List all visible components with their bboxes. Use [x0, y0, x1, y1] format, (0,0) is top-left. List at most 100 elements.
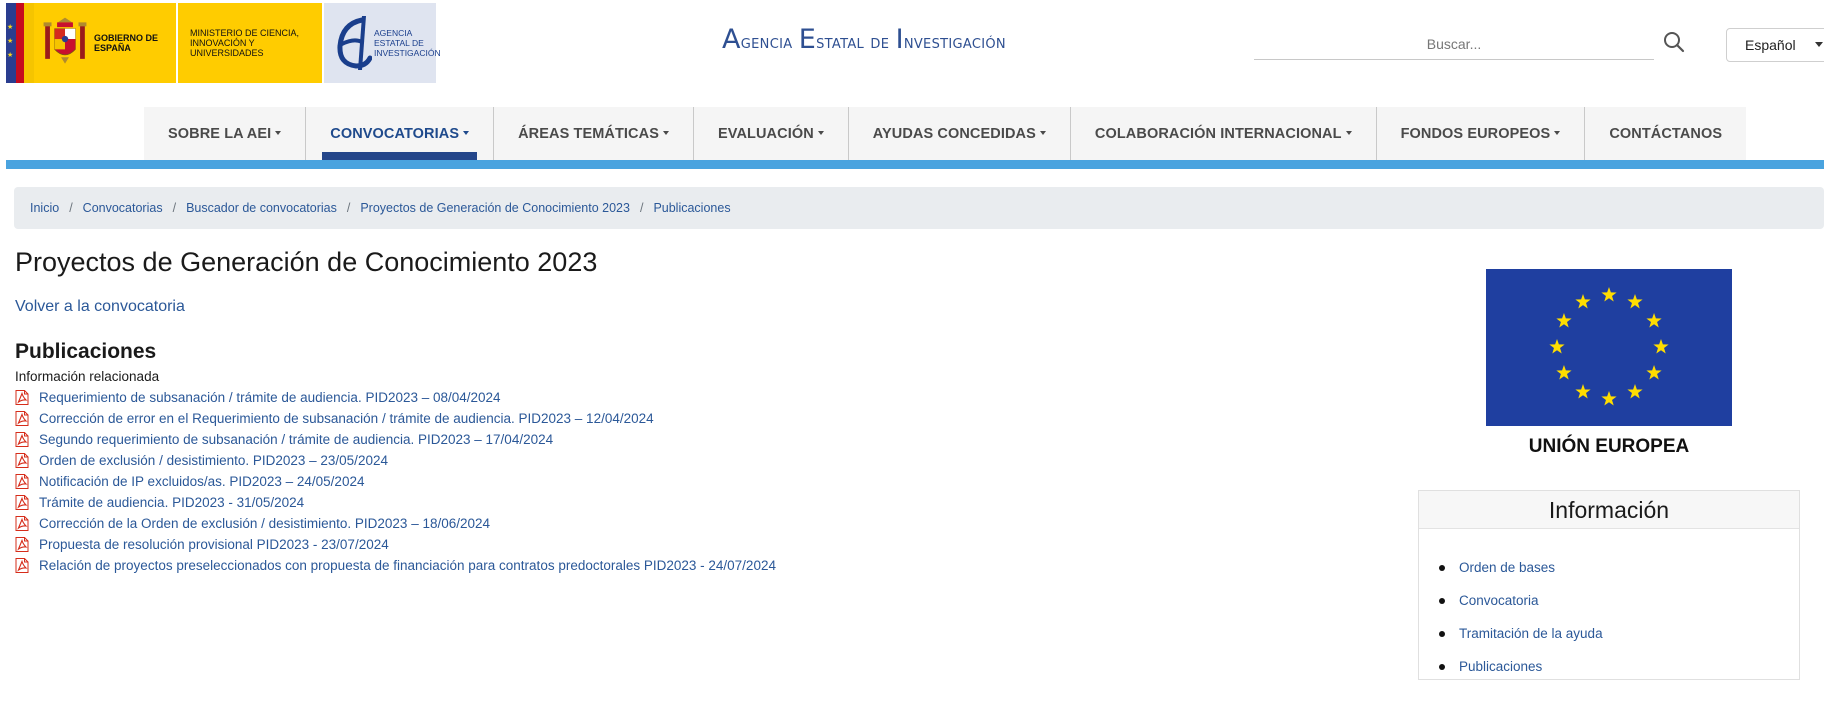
info-link-list: Orden de bases Convocatoria Tramitación de… [1419, 529, 1799, 683]
publication-list: Requerimiento de subsanación / trámite d… [15, 387, 776, 576]
nav-item-2[interactable]: Áreas temáticas [494, 107, 694, 160]
chevron-down-icon [1345, 130, 1352, 135]
related-info-label: Información relacionada [15, 369, 160, 384]
chevron-down-icon [1554, 130, 1561, 135]
publication-item: Relación de proyectos preseleccionados c… [15, 555, 776, 576]
breadcrumb-item-4[interactable]: Publicaciones [653, 201, 730, 215]
breadcrumb-item-1[interactable]: Convocatorias [83, 201, 163, 215]
language-select[interactable]: Español [1726, 28, 1824, 62]
publication-link[interactable]: Notificación de IP excluidos/as. PID2023… [39, 474, 364, 489]
bullet-icon [1439, 597, 1445, 604]
nav-item-3[interactable]: Evaluación [694, 107, 849, 160]
pdf-icon [15, 390, 29, 405]
nav-item-label: Ayudas concedidas [872, 125, 1036, 142]
aei-logo-text: Agencia Estatal de Investigación [374, 28, 441, 58]
ministerio-logo: Ministerio de Ciencia, Innovación y Univ… [176, 3, 322, 83]
gobierno-text: Gobierno de España [94, 33, 159, 53]
pdf-icon [15, 495, 29, 510]
site-title-word: statal [816, 31, 865, 53]
site-title-initial: A [722, 24, 741, 55]
spain-flag-stripe [6, 3, 34, 83]
nav-item-7[interactable]: Contáctanos [1585, 107, 1746, 160]
site-title-word: nvestigación [903, 31, 1006, 53]
breadcrumb-separator: / [172, 201, 177, 215]
coat-of-arms-icon [43, 17, 87, 64]
pdf-icon [15, 453, 29, 468]
site-title-initial: I [895, 24, 904, 55]
nav-item-label: Colaboración internacional [1094, 125, 1342, 142]
back-to-call-link[interactable]: Volver a la convocatoria [15, 298, 185, 316]
site-title-initial: E [798, 24, 817, 55]
pdf-icon [15, 411, 29, 426]
info-link-0[interactable]: Orden de bases [1459, 560, 1555, 575]
publication-link[interactable]: Segundo requerimiento de subsanación / t… [39, 432, 553, 447]
aei-logo: Agencia Estatal de Investigación [322, 3, 441, 83]
site-title-word: gencia [740, 31, 793, 53]
breadcrumb-separator: / [69, 201, 73, 215]
nav-item-label: Evaluación [717, 125, 814, 142]
publication-link[interactable]: Requerimiento de subsanación / trámite d… [39, 390, 501, 405]
publication-link[interactable]: Orden de exclusión / desistimiento. PID2… [39, 453, 388, 468]
aei-logo-icon [337, 16, 372, 70]
nav-item-label: Convocatorias [330, 125, 460, 142]
publication-link[interactable]: Relación de proyectos preseleccionados c… [39, 558, 776, 573]
nav-item-label: Fondos europeos [1400, 125, 1551, 142]
nav-item-4[interactable]: Ayudas concedidas [849, 107, 1071, 160]
nav-item-label: Sobre la AEI [168, 125, 272, 142]
pdf-icon [15, 516, 29, 531]
page-title: Proyectos de Generación de Conocimiento … [15, 247, 598, 277]
chevron-down-icon [1039, 130, 1046, 135]
publication-link[interactable]: Propuesta de resolución provisional PID2… [39, 537, 389, 552]
site-title[interactable]: Agencia Estatal de Investigación [722, 24, 1006, 55]
publication-link[interactable]: Corrección de error en el Requerimiento … [39, 411, 654, 426]
ministerio-text: Ministerio de Ciencia, Innovación y Univ… [190, 28, 300, 58]
info-panel-title: Información [1419, 491, 1799, 529]
site-header: Gobierno de España Ministerio de Ciencia… [0, 0, 1824, 96]
info-panel: Información Orden de bases Convocatoria Tr… [1418, 490, 1800, 680]
info-list-item: Orden de bases [1439, 551, 1799, 584]
nav-item-label: Contáctanos [1609, 125, 1723, 142]
chevron-down-icon [817, 130, 824, 135]
publication-item: Notificación de IP excluidos/as. PID2023… [15, 471, 776, 492]
chevron-down-icon[interactable] [1815, 42, 1823, 47]
publication-item: Orden de exclusión / desistimiento. PID2… [15, 450, 776, 471]
breadcrumb-item-2[interactable]: Buscador de convocatorias [186, 201, 337, 215]
nav-item-0[interactable]: Sobre la AEI [144, 107, 307, 160]
search-icon[interactable] [1663, 31, 1685, 53]
nav-item-1[interactable]: Convocatorias [306, 107, 495, 160]
search-input[interactable] [1254, 28, 1654, 60]
breadcrumb-separator: / [639, 201, 644, 215]
publication-item: Corrección de la Orden de exclusión / de… [15, 513, 776, 534]
breadcrumb-separator: / [346, 201, 351, 215]
breadcrumb: Inicio / Convocatorias / Buscador de convoca… [14, 187, 1824, 229]
info-list-item: Tramitación de la ayuda [1439, 617, 1799, 650]
main-navigation: Sobre la AEI Convocatorias Áreas temáticas… [144, 107, 1747, 160]
nav-item-6[interactable]: Fondos europeos [1377, 107, 1586, 160]
eu-label: UNIÓN EUROPEA [1528, 436, 1690, 457]
gobierno-logo: Gobierno de España [34, 3, 176, 83]
publication-item: Propuesta de resolución provisional PID2… [15, 534, 776, 555]
bullet-icon [1439, 663, 1445, 670]
nav-divider-bar [6, 160, 1824, 169]
section-title: Publicaciones [15, 340, 157, 363]
government-logo[interactable]: Gobierno de España Ministerio de Ciencia… [6, 3, 441, 83]
publication-item: Requerimiento de subsanación / trámite d… [15, 387, 776, 408]
info-link-3[interactable]: Publicaciones [1459, 659, 1542, 674]
pdf-icon [15, 537, 29, 552]
nav-item-5[interactable]: Colaboración internacional [1071, 107, 1377, 160]
eu-flag-icon [1486, 269, 1732, 426]
publication-item: Segundo requerimiento de subsanación / t… [15, 429, 776, 450]
breadcrumb-item-0[interactable]: Inicio [30, 201, 59, 215]
breadcrumb-item-3[interactable]: Proyectos de Generación de Conocimiento … [360, 201, 630, 215]
info-link-1[interactable]: Convocatoria [1459, 593, 1539, 608]
publication-link[interactable]: Corrección de la Orden de exclusión / de… [39, 516, 490, 531]
bullet-icon [1439, 630, 1445, 637]
nav-item-label: Áreas temáticas [518, 125, 659, 142]
chevron-down-icon [662, 130, 669, 135]
info-link-2[interactable]: Tramitación de la ayuda [1459, 626, 1603, 641]
publication-item: Corrección de error en el Requerimiento … [15, 408, 776, 429]
chevron-down-icon [275, 130, 282, 135]
site-title-word: de [870, 31, 890, 53]
publication-link[interactable]: Trámite de audiencia. PID2023 - 31/05/20… [39, 495, 304, 510]
language-value: Español [1745, 37, 1796, 53]
